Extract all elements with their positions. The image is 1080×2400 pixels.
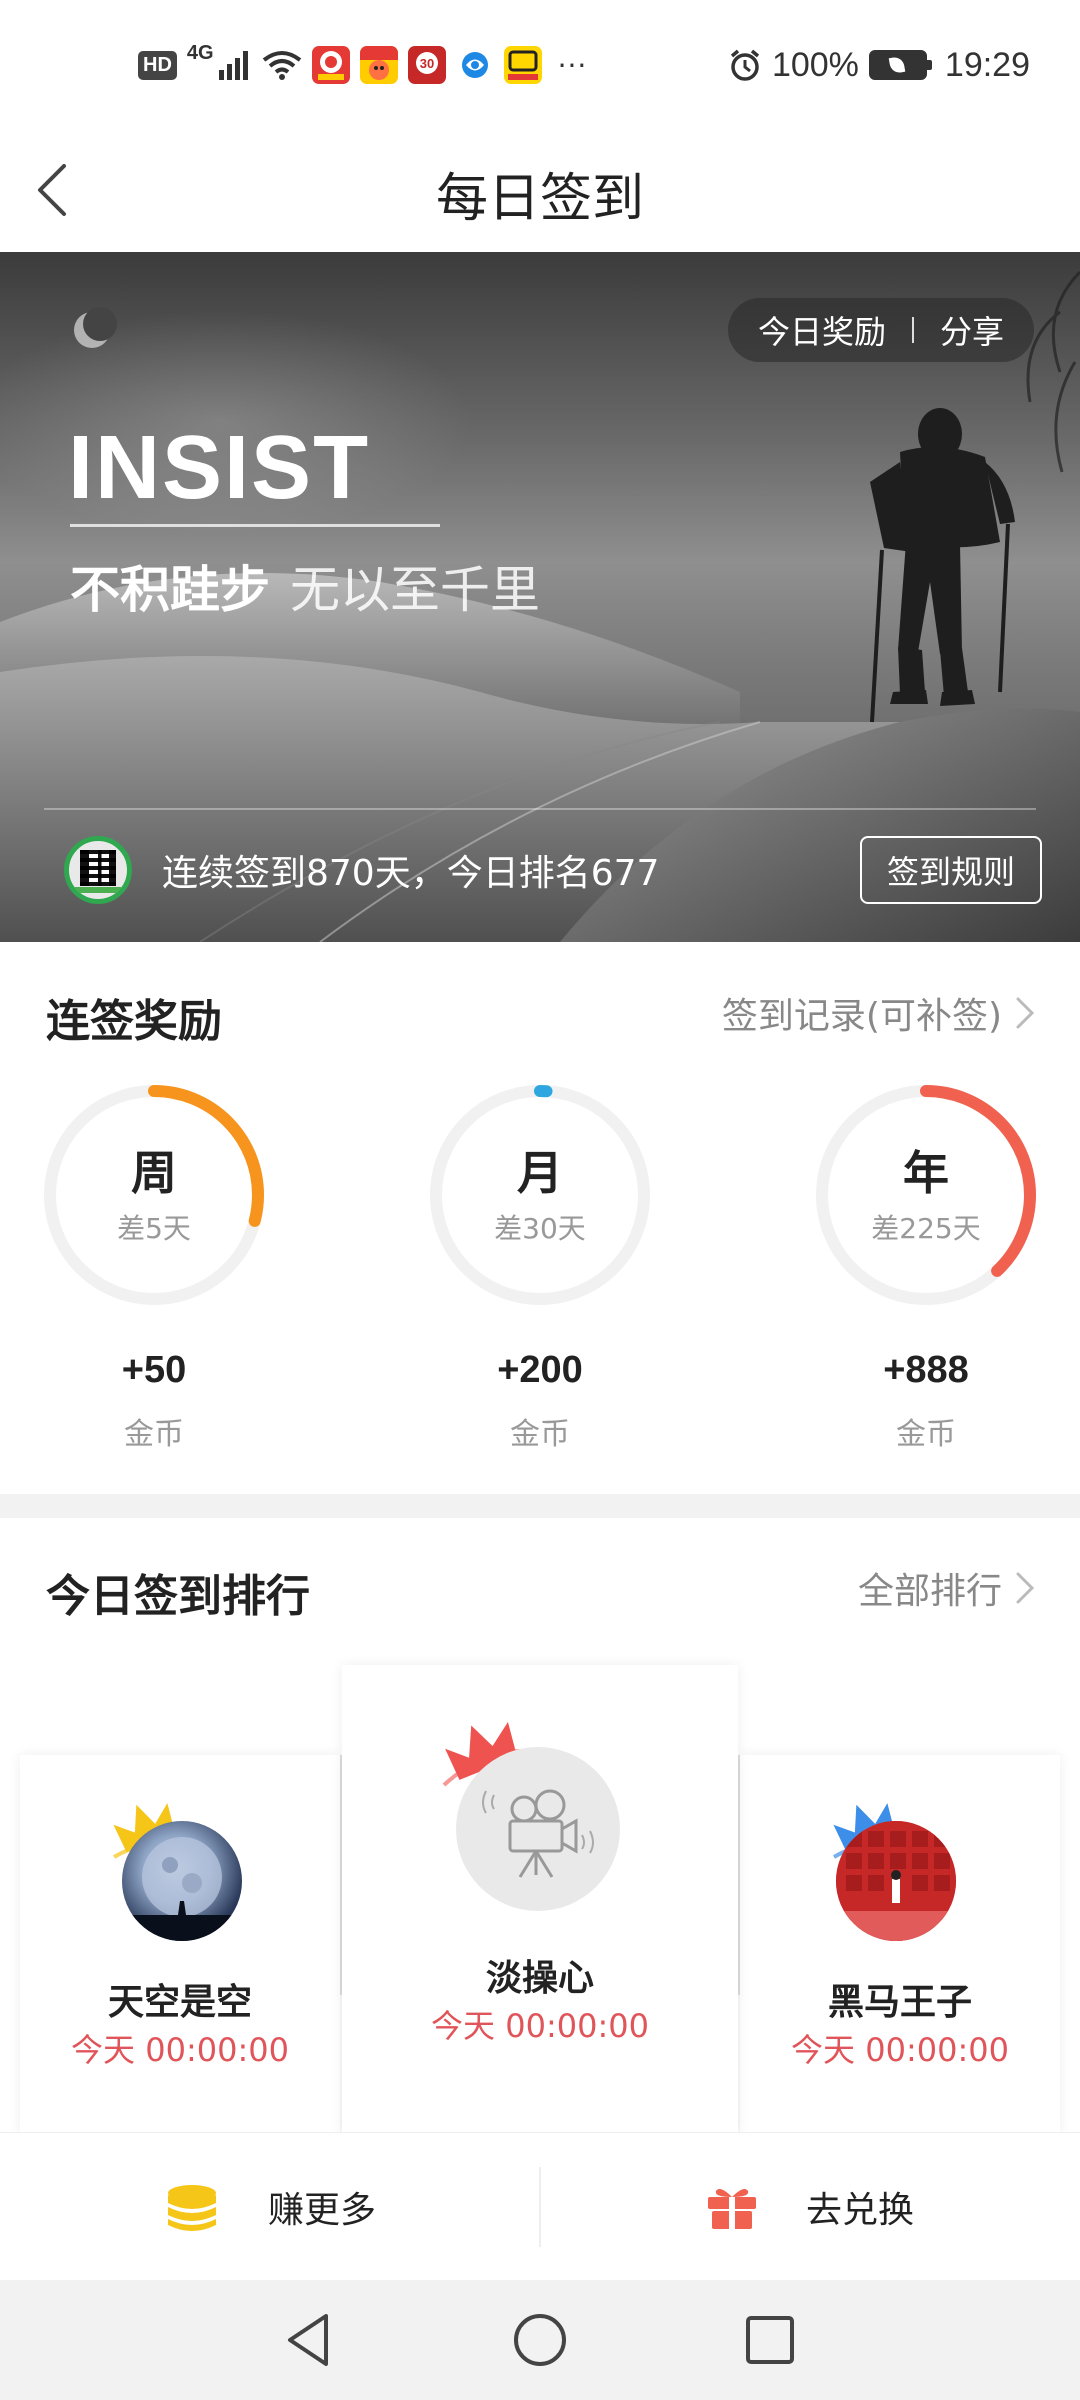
signal-icon bbox=[218, 51, 248, 80]
motto-part-1: 不积跬步 bbox=[70, 561, 270, 619]
checkin-record-link[interactable]: 签到记录(可补签) bbox=[722, 987, 1036, 1039]
rank-time: 今天 00:00:00 bbox=[791, 2031, 1009, 2069]
svg-text:30: 30 bbox=[419, 56, 433, 71]
ranking-header: 今日签到排行 全部排行 bbox=[0, 1550, 1080, 1630]
streak-rewards-header: 连签奖励 签到记录(可补签) bbox=[0, 975, 1080, 1055]
hiker-figure bbox=[870, 408, 1015, 706]
ring-reward-unit: 金币 bbox=[896, 1417, 956, 1452]
streak-status: 连续签到870天，今日排名677 bbox=[162, 853, 660, 894]
checkin-banner: 今日奖励 分享 INSIST 不积跬步 无以至千里 连续签到870天，今日排名67… bbox=[0, 252, 1080, 942]
share-link[interactable]: 分享 bbox=[940, 307, 1004, 353]
rank-name: 黑马王子 bbox=[827, 1982, 972, 2023]
ring-label: 月 bbox=[517, 1146, 563, 1200]
rank-card-second[interactable]: 天空是空 今天 00:00:00 bbox=[20, 1755, 340, 2135]
banner-headline: INSIST bbox=[68, 418, 371, 518]
avatar bbox=[122, 1821, 242, 1941]
title-bar: 每日签到 bbox=[0, 130, 1080, 252]
clock-time: 19:29 bbox=[944, 45, 1030, 84]
alarm-icon bbox=[730, 49, 760, 81]
battery-icon bbox=[868, 50, 932, 80]
redeem-label: 去兑换 bbox=[805, 2190, 914, 2231]
ring-label: 年 bbox=[903, 1146, 949, 1200]
rank-time: 今天 00:00:00 bbox=[71, 2031, 289, 2069]
ring-remaining: 差5天 bbox=[117, 1212, 191, 1245]
reward-share-pill: 今日奖励 分享 bbox=[727, 298, 1034, 362]
status-bar: HD 4G 30 ··· 100% 19:29 bbox=[0, 0, 1080, 130]
qr-code-icon bbox=[80, 850, 116, 886]
earn-more-label: 赚更多 bbox=[267, 2190, 376, 2231]
checkin-record-label: 签到记录(可补签) bbox=[721, 996, 1002, 1037]
rank-card-first[interactable]: 淡操心 今天 00:00:00 bbox=[342, 1665, 738, 2135]
ring-reward-unit: 金币 bbox=[124, 1417, 184, 1452]
status-left: HD 4G 30 ··· bbox=[138, 40, 587, 90]
nav-home-icon[interactable] bbox=[508, 2308, 572, 2372]
redeem-button[interactable]: 去兑换 bbox=[540, 2133, 1080, 2281]
ring-reward: +50 bbox=[121, 1349, 187, 1391]
banner-motto: 不积跬步 无以至千里 bbox=[70, 550, 540, 622]
section-divider bbox=[0, 1494, 1080, 1518]
rank-card-third[interactable]: 黑马王子 今天 00:00:00 bbox=[740, 1755, 1060, 2135]
ring-reward-unit: 金币 bbox=[510, 1417, 570, 1452]
ring-reward: +888 bbox=[883, 1349, 969, 1391]
avatar bbox=[456, 1747, 620, 1911]
streak-reward-rings: 周 差5天 +50 金币 月 差30天 +200 金币 年 差225天 +888… bbox=[0, 1075, 1080, 1475]
banner-divider bbox=[44, 808, 1036, 810]
app-notification-icon-3: 30 bbox=[407, 46, 446, 84]
chevron-right-icon bbox=[1016, 997, 1035, 1029]
reward-ring-year[interactable]: 年 差225天 +888 金币 bbox=[806, 1075, 1046, 1452]
battery-percent: 100% bbox=[771, 45, 859, 84]
ranking-title: 今日签到排行 bbox=[46, 1571, 310, 1622]
app-notification-icon-5 bbox=[503, 46, 542, 84]
ring-remaining: 差225天 bbox=[871, 1212, 981, 1245]
ring-reward: +200 bbox=[497, 1349, 583, 1391]
network-type: 4G bbox=[186, 42, 214, 64]
hd-icon: HD bbox=[138, 50, 177, 80]
earn-more-button[interactable]: 赚更多 bbox=[0, 2133, 540, 2281]
page-title: 每日签到 bbox=[435, 169, 644, 229]
pill-separator bbox=[911, 317, 914, 343]
reward-ring-week[interactable]: 周 差5天 +50 金币 bbox=[34, 1075, 274, 1452]
more-notifications-icon: ··· bbox=[557, 48, 588, 82]
avatar bbox=[836, 1821, 956, 1941]
app-notification-icon-4 bbox=[456, 46, 494, 84]
motto-part-2: 无以至千里 bbox=[290, 561, 540, 619]
reward-ring-month[interactable]: 月 差30天 +200 金币 bbox=[420, 1075, 660, 1452]
movie-camera-icon bbox=[482, 1789, 594, 1878]
all-ranking-link[interactable]: 全部排行 bbox=[858, 1562, 1036, 1614]
app-notification-icon-1 bbox=[311, 46, 350, 84]
rank-time: 今天 00:00:00 bbox=[431, 2007, 649, 2045]
all-ranking-label: 全部排行 bbox=[857, 1571, 1002, 1612]
chevron-right-icon bbox=[1016, 1572, 1035, 1604]
wifi-icon bbox=[262, 51, 301, 80]
streak-rewards-title: 连签奖励 bbox=[46, 996, 222, 1047]
nav-recents-icon[interactable] bbox=[738, 2308, 802, 2372]
gift-icon bbox=[707, 2189, 756, 2229]
ring-label: 周 bbox=[131, 1146, 177, 1200]
status-right: 100% 19:29 bbox=[728, 42, 1030, 88]
today-reward-link[interactable]: 今日奖励 bbox=[758, 307, 886, 353]
rank-name: 天空是空 bbox=[107, 1982, 252, 2023]
headline-underline bbox=[70, 524, 440, 527]
rank-name: 淡操心 bbox=[485, 1958, 594, 1999]
app-notification-icon-2 bbox=[359, 46, 398, 84]
checkin-rules-button[interactable]: 签到规则 bbox=[860, 836, 1042, 904]
nav-back-icon[interactable] bbox=[278, 2308, 342, 2372]
user-avatar[interactable] bbox=[64, 836, 132, 904]
ring-remaining: 差30天 bbox=[494, 1212, 586, 1245]
bottom-action-bar: 赚更多 去兑换 bbox=[0, 2132, 1080, 2280]
coin-stack-icon bbox=[167, 2185, 216, 2231]
system-navigation-bar bbox=[0, 2280, 1080, 2400]
